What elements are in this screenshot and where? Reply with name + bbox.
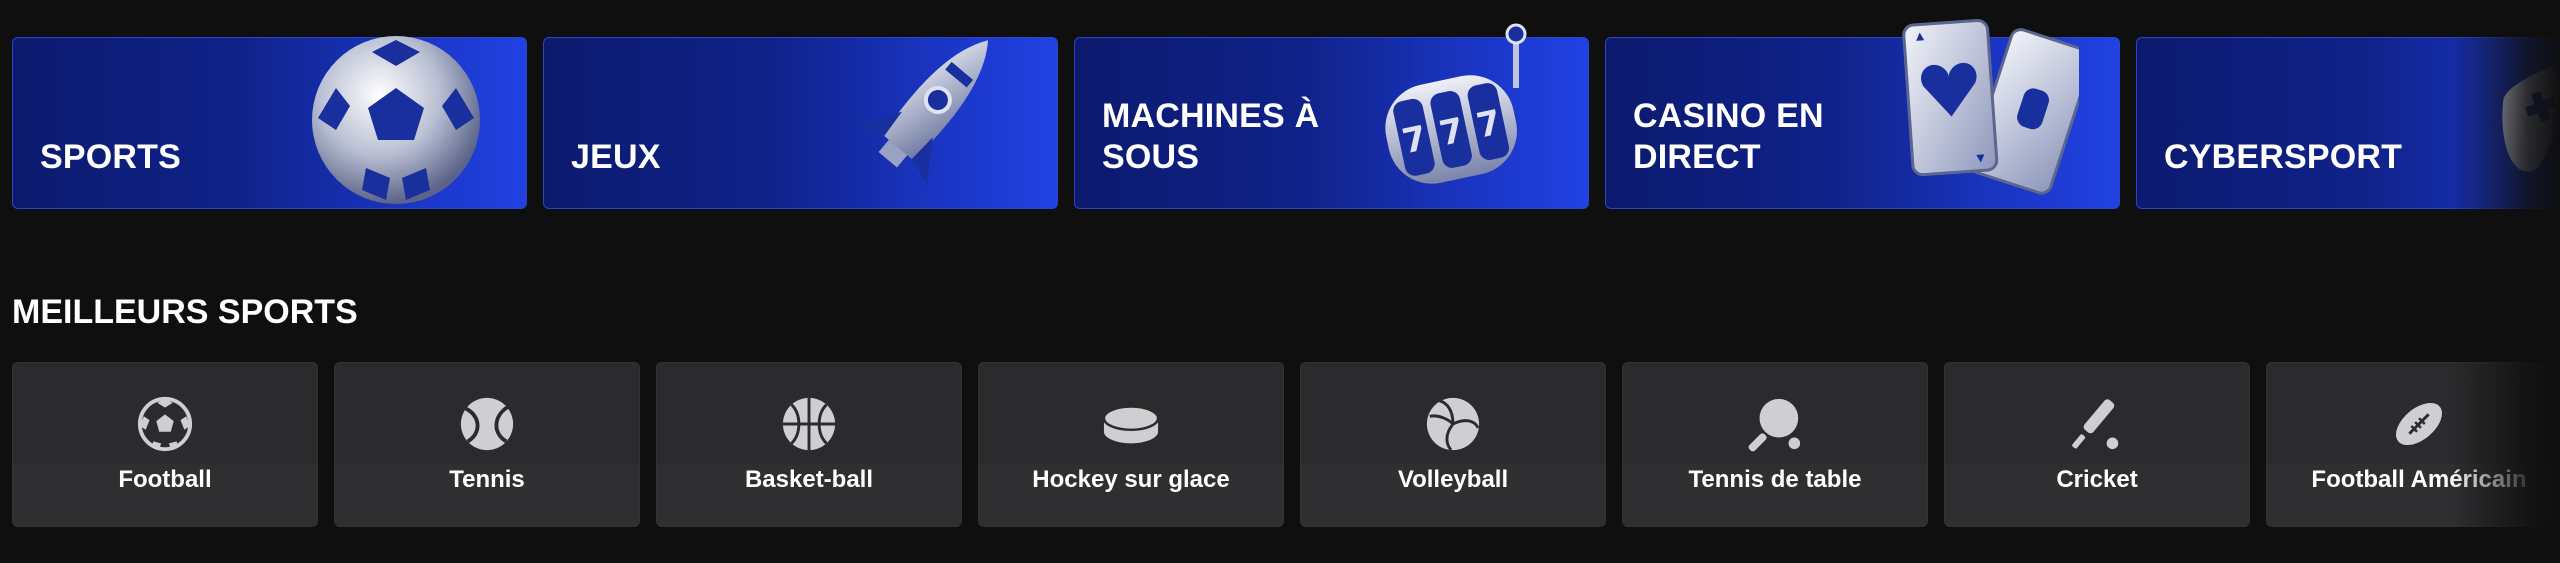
sport-label: Hockey sur glace: [1032, 466, 1230, 493]
sport-tile-ice-hockey[interactable]: Hockey sur glace: [978, 362, 1284, 527]
category-live-casino[interactable]: CASINO EN DIRECT: [1605, 19, 2120, 209]
category-games[interactable]: JEUX: [543, 37, 1058, 209]
category-label: CYBERSPORT: [2164, 138, 2403, 176]
basketball-icon: [782, 397, 836, 451]
playing-cards-icon: [1902, 19, 2079, 195]
section-title: MEILLEURS SPORTS: [12, 293, 358, 331]
sport-tile-american-football[interactable]: Football Américain: [2266, 362, 2560, 527]
sport-label: Tennis de table: [1688, 466, 1862, 493]
sport-label: Basket-ball: [744, 466, 874, 493]
sport-tile-volleyball[interactable]: Volleyball: [1300, 362, 1606, 527]
sport-label: Football: [118, 466, 212, 493]
cricket-bat-icon: [2072, 399, 2119, 450]
category-label: CASINO EN DIRECT: [1633, 97, 1824, 176]
category-label: JEUX: [571, 138, 661, 176]
soccer-ball-icon: [312, 36, 480, 204]
soccer-ball-icon: [137, 396, 193, 452]
tennis-ball-icon: [460, 397, 514, 451]
category-sports[interactable]: SPORTS: [12, 36, 527, 209]
category-banners: SPORTS JEUX 7 7 7 MACHINES À SOUS CASINO…: [12, 19, 2560, 209]
sport-tile-football[interactable]: Football: [12, 362, 318, 527]
ping-pong-paddle-icon: [1748, 398, 1801, 452]
volleyball-icon: [1426, 397, 1480, 452]
gamepad-icon: [2502, 55, 2560, 172]
sport-label: Cricket: [2056, 466, 2138, 493]
sport-tile-tennis[interactable]: Tennis: [334, 362, 640, 527]
category-label: SPORTS: [40, 138, 182, 176]
sport-tile-table-tennis[interactable]: Tennis de table: [1622, 362, 1928, 527]
sport-label: Volleyball: [1397, 466, 1509, 493]
category-label: MACHINES À SOUS: [1102, 97, 1320, 176]
sport-label: Tennis: [449, 466, 525, 493]
sport-tile-cricket[interactable]: Cricket: [1944, 362, 2250, 527]
slot-machine-777-icon: 7 7 7: [1385, 23, 1527, 184]
sport-label: Football Américain: [2311, 466, 2527, 493]
rocket-icon: [856, 40, 989, 185]
top-sports-list: Football Tennis Basket-ball Hockey sur g…: [12, 362, 2560, 527]
sport-tile-basketball[interactable]: Basket-ball: [656, 362, 962, 527]
category-slots[interactable]: 7 7 7 MACHINES À SOUS: [1074, 23, 1589, 209]
hockey-puck-icon: [1102, 405, 1160, 444]
category-cybersport[interactable]: CYBERSPORT: [2136, 37, 2560, 209]
page: SPORTS JEUX 7 7 7 MACHINES À SOUS CASINO…: [0, 0, 2560, 563]
american-football-icon: [2396, 402, 2442, 446]
